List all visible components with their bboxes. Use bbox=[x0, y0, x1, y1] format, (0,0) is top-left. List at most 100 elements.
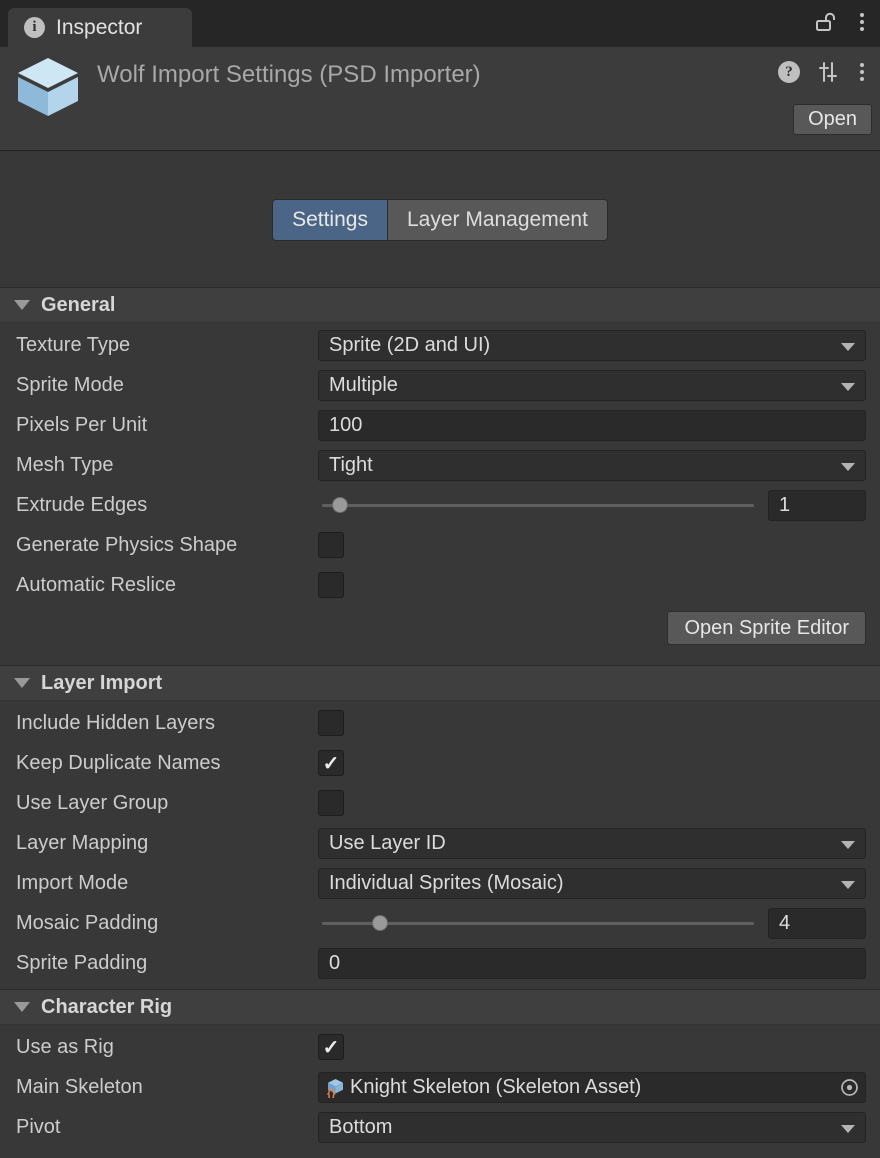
psd-importer-icon bbox=[14, 55, 82, 124]
row-import-mode: Import Mode Individual Sprites (Mosaic) bbox=[0, 863, 880, 903]
extrude-edges-value: 1 bbox=[779, 494, 790, 517]
section-general-body: Texture Type Sprite (2D and UI) Sprite M… bbox=[0, 323, 880, 665]
skeleton-asset-icon: {} bbox=[325, 1077, 346, 1098]
sprite-mode-label: Sprite Mode bbox=[16, 374, 318, 397]
row-layer-mapping: Layer Mapping Use Layer ID bbox=[0, 823, 880, 863]
main-skeleton-label: Main Skeleton bbox=[16, 1076, 318, 1099]
generate-physics-shape-checkbox[interactable] bbox=[318, 532, 344, 558]
row-automatic-reslice: Automatic Reslice bbox=[0, 565, 880, 605]
row-pixels-per-unit: Pixels Per Unit 100 bbox=[0, 405, 880, 445]
section-general-title: General bbox=[41, 294, 115, 317]
sprite-padding-value: 0 bbox=[329, 952, 340, 975]
import-mode-dropdown[interactable]: Individual Sprites (Mosaic) bbox=[318, 868, 866, 899]
section-layer-import-header[interactable]: Layer Import bbox=[0, 665, 880, 701]
row-texture-type: Texture Type Sprite (2D and UI) bbox=[0, 325, 880, 365]
svg-text:{}: {} bbox=[327, 1087, 336, 1098]
foldout-icon bbox=[14, 300, 30, 310]
automatic-reslice-label: Automatic Reslice bbox=[16, 574, 318, 597]
row-mesh-type: Mesh Type Tight bbox=[0, 445, 880, 485]
row-keep-duplicate-names: Keep Duplicate Names bbox=[0, 743, 880, 783]
generate-physics-shape-label: Generate Physics Shape bbox=[16, 534, 318, 557]
use-as-rig-checkbox[interactable] bbox=[318, 1034, 344, 1060]
tab-inspector-label: Inspector bbox=[56, 16, 142, 40]
include-hidden-layers-label: Include Hidden Layers bbox=[16, 712, 318, 735]
main-skeleton-object-field[interactable]: {} Knight Skeleton (Skeleton Asset) bbox=[318, 1072, 866, 1103]
chevron-down-icon bbox=[841, 841, 855, 849]
chevron-down-icon bbox=[841, 1125, 855, 1133]
section-character-rig-title: Character Rig bbox=[41, 996, 172, 1019]
mesh-type-dropdown[interactable]: Tight bbox=[318, 450, 866, 481]
pixels-per-unit-value: 100 bbox=[329, 414, 362, 437]
main-skeleton-value: Knight Skeleton (Skeleton Asset) bbox=[350, 1076, 641, 1099]
section-character-rig-header[interactable]: Character Rig bbox=[0, 989, 880, 1025]
row-extrude-edges: Extrude Edges 1 bbox=[0, 485, 880, 525]
import-mode-label: Import Mode bbox=[16, 872, 318, 895]
pivot-label: Pivot bbox=[16, 1116, 318, 1139]
chevron-down-icon bbox=[841, 343, 855, 351]
help-icon[interactable]: ? bbox=[778, 61, 800, 83]
extrude-edges-slider[interactable] bbox=[318, 490, 758, 520]
chevron-down-icon bbox=[841, 463, 855, 471]
info-icon: i bbox=[24, 17, 45, 38]
slider-handle[interactable] bbox=[372, 915, 388, 931]
extrude-edges-input[interactable]: 1 bbox=[768, 490, 866, 521]
presets-icon[interactable] bbox=[816, 61, 840, 83]
row-pivot: Pivot Bottom bbox=[0, 1107, 880, 1147]
use-layer-group-label: Use Layer Group bbox=[16, 792, 318, 815]
row-generate-physics-shape: Generate Physics Shape bbox=[0, 525, 880, 565]
section-character-rig-body: Use as Rig Main Skeleton {} bbox=[0, 1025, 880, 1153]
pivot-dropdown[interactable]: Bottom bbox=[318, 1112, 866, 1143]
slider-handle[interactable] bbox=[332, 497, 348, 513]
header-menu-icon[interactable] bbox=[856, 61, 868, 83]
mesh-type-label: Mesh Type bbox=[16, 454, 318, 477]
open-sprite-editor-button[interactable]: Open Sprite Editor bbox=[667, 611, 866, 645]
row-use-layer-group: Use Layer Group bbox=[0, 783, 880, 823]
use-layer-group-checkbox[interactable] bbox=[318, 790, 344, 816]
sprite-mode-dropdown[interactable]: Multiple bbox=[318, 370, 866, 401]
texture-type-dropdown[interactable]: Sprite (2D and UI) bbox=[318, 330, 866, 361]
sprite-mode-value: Multiple bbox=[329, 374, 398, 397]
texture-type-value: Sprite (2D and UI) bbox=[329, 334, 490, 357]
inspector-window: i Inspector Wolf Import Settings (PSD Im… bbox=[0, 0, 880, 1158]
open-button[interactable]: Open bbox=[793, 104, 872, 135]
row-include-hidden-layers: Include Hidden Layers bbox=[0, 703, 880, 743]
row-sprite-mode: Sprite Mode Multiple bbox=[0, 365, 880, 405]
extrude-edges-label: Extrude Edges bbox=[16, 494, 318, 517]
row-mosaic-padding: Mosaic Padding 4 bbox=[0, 903, 880, 943]
mode-tabs-row: Settings Layer Management bbox=[0, 151, 880, 287]
mosaic-padding-label: Mosaic Padding bbox=[16, 912, 318, 935]
tab-settings[interactable]: Settings bbox=[273, 200, 387, 240]
tab-inspector[interactable]: i Inspector bbox=[8, 8, 192, 47]
keep-duplicate-names-label: Keep Duplicate Names bbox=[16, 752, 318, 775]
row-use-as-rig: Use as Rig bbox=[0, 1027, 880, 1067]
mosaic-padding-slider[interactable] bbox=[318, 908, 758, 938]
object-picker-icon[interactable] bbox=[837, 1075, 862, 1103]
section-layer-import-title: Layer Import bbox=[41, 672, 162, 695]
window-menu-icon[interactable] bbox=[856, 11, 868, 33]
pixels-per-unit-label: Pixels Per Unit bbox=[16, 414, 318, 437]
pivot-value: Bottom bbox=[329, 1116, 392, 1139]
sprite-padding-input[interactable]: 0 bbox=[318, 948, 866, 979]
mosaic-padding-value: 4 bbox=[779, 912, 790, 935]
chevron-down-icon bbox=[841, 881, 855, 889]
pixels-per-unit-input[interactable]: 100 bbox=[318, 410, 866, 441]
automatic-reslice-checkbox[interactable] bbox=[318, 572, 344, 598]
sprite-padding-label: Sprite Padding bbox=[16, 952, 318, 975]
layer-mapping-label: Layer Mapping bbox=[16, 832, 318, 855]
mosaic-padding-input[interactable]: 4 bbox=[768, 908, 866, 939]
section-general-header[interactable]: General bbox=[0, 287, 880, 323]
layer-mapping-dropdown[interactable]: Use Layer ID bbox=[318, 828, 866, 859]
lock-icon[interactable] bbox=[814, 11, 838, 33]
tab-layer-management[interactable]: Layer Management bbox=[387, 200, 607, 240]
layer-mapping-value: Use Layer ID bbox=[329, 832, 446, 855]
keep-duplicate-names-checkbox[interactable] bbox=[318, 750, 344, 776]
section-layer-import-body: Include Hidden Layers Keep Duplicate Nam… bbox=[0, 701, 880, 989]
include-hidden-layers-checkbox[interactable] bbox=[318, 710, 344, 736]
importer-title: Wolf Import Settings (PSD Importer) bbox=[97, 61, 481, 89]
mode-tabs: Settings Layer Management bbox=[272, 199, 608, 241]
texture-type-label: Texture Type bbox=[16, 334, 318, 357]
chevron-down-icon bbox=[841, 383, 855, 391]
row-sprite-padding: Sprite Padding 0 bbox=[0, 943, 880, 983]
foldout-icon bbox=[14, 678, 30, 688]
importer-header: Wolf Import Settings (PSD Importer) ? Op… bbox=[0, 47, 880, 151]
